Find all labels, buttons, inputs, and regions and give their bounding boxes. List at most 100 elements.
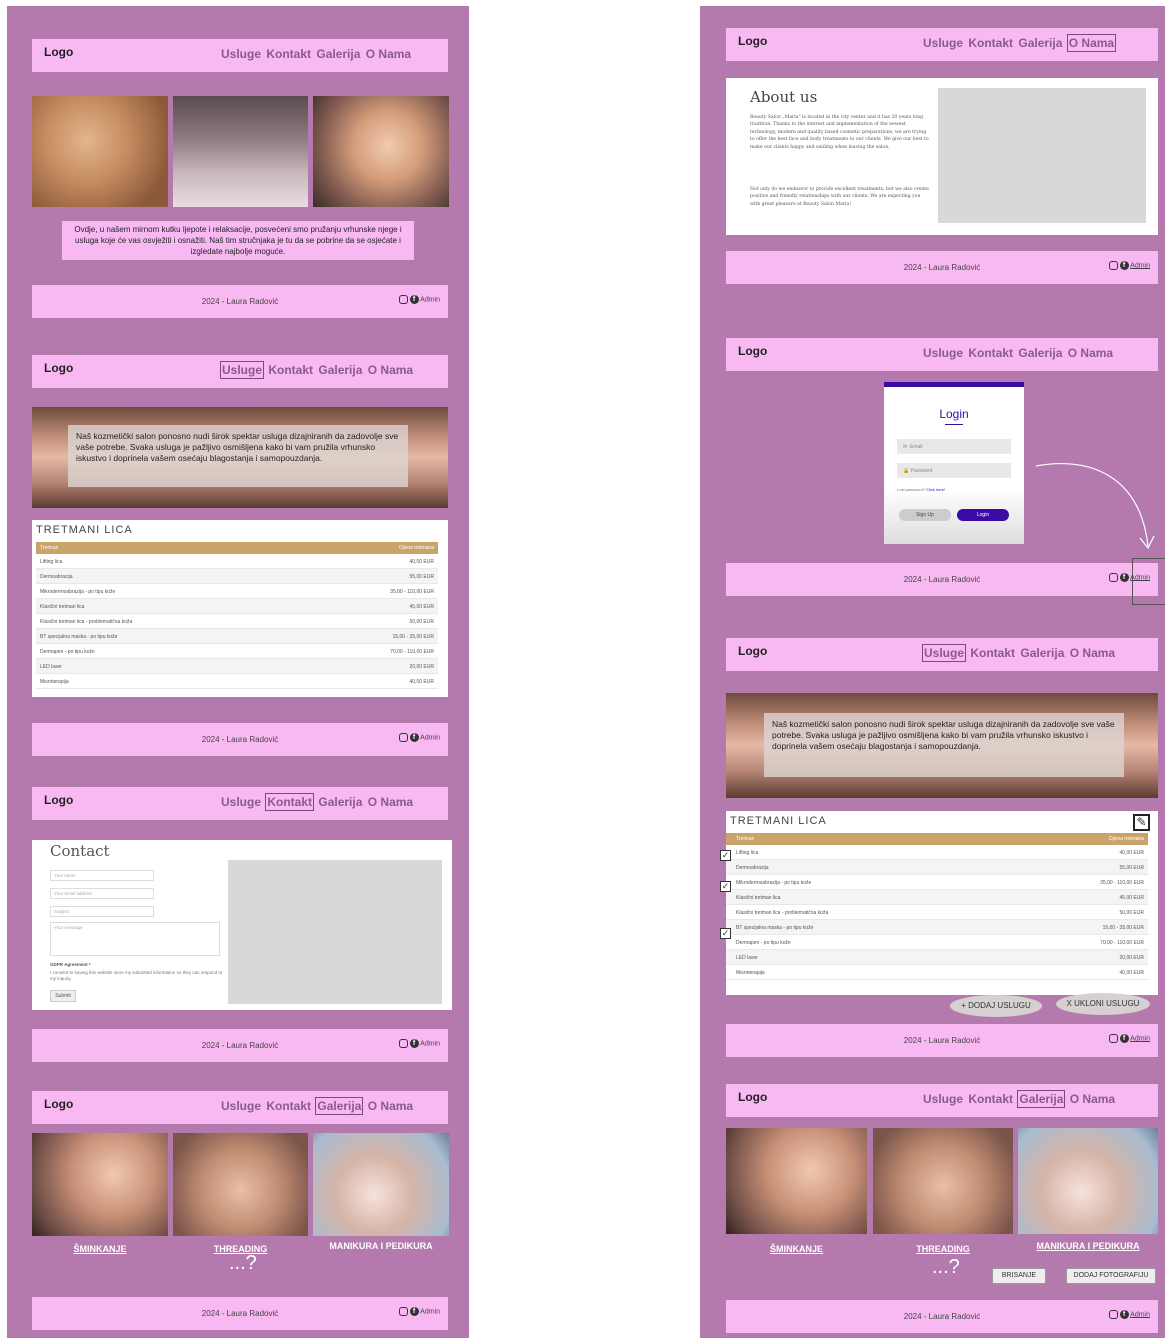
admin-link[interactable]: Admin xyxy=(1130,262,1150,269)
table-row[interactable]: Klasični tretman lica - problematična ko… xyxy=(36,614,438,629)
add-photo-button[interactable]: DODAJ FOTOGRAFIJU xyxy=(1066,1268,1156,1284)
facebook-icon[interactable]: f xyxy=(409,295,419,304)
admin-link[interactable]: Admin xyxy=(420,1040,440,1047)
delete-button[interactable]: BRISANJE xyxy=(992,1268,1046,1284)
remove-service-button[interactable]: X UKLONI USLUGU xyxy=(1056,993,1150,1015)
threading-photo[interactable] xyxy=(873,1128,1013,1234)
logo[interactable]: Logo xyxy=(44,361,73,375)
gallery-caption-makeup[interactable]: ŠMINKANJE xyxy=(726,1244,867,1254)
nav-galerija[interactable]: Galerija xyxy=(317,794,363,810)
nav-galerija[interactable]: Galerija xyxy=(315,1097,364,1115)
table-row[interactable]: Dermapen - po tipu kože 70,00 - 110,00 EU… xyxy=(36,644,438,659)
nav-kontakt[interactable]: Kontakt xyxy=(265,1098,312,1114)
nav-o-nama[interactable]: O Nama xyxy=(367,1098,414,1114)
logo[interactable]: Logo xyxy=(738,644,767,658)
nav-kontakt[interactable]: Kontakt xyxy=(967,345,1014,361)
nav-galerija[interactable]: Galerija xyxy=(315,46,361,62)
nav-kontakt[interactable]: Kontakt xyxy=(969,645,1016,661)
instagram-icon[interactable] xyxy=(398,295,408,304)
facebook-icon[interactable]: f xyxy=(409,1307,419,1316)
admin-link[interactable]: Admin xyxy=(1130,1311,1150,1318)
gallery-caption-manicure[interactable]: MANIKURA I PEDIKURA xyxy=(313,1241,449,1251)
threading-photo[interactable] xyxy=(173,1133,308,1236)
email-field[interactable]: Your email address xyxy=(50,888,154,899)
nav-usluge[interactable]: Usluge xyxy=(220,1098,262,1114)
manicure-photo[interactable] xyxy=(1018,1128,1158,1234)
password-input[interactable]: 🔒 Password xyxy=(897,463,1011,478)
logo[interactable]: Logo xyxy=(738,34,767,48)
facebook-icon[interactable]: f xyxy=(1119,573,1129,582)
nav-o-nama[interactable]: O Nama xyxy=(365,46,412,62)
nav-usluge[interactable]: Usluge xyxy=(922,644,967,662)
table-row[interactable]: Dermapen - po tipu kože 70,00 - 110,00 EU… xyxy=(726,935,1148,950)
facebook-icon[interactable]: f xyxy=(1119,261,1129,270)
admin-link[interactable]: Admin xyxy=(420,734,440,741)
table-row[interactable]: Mikrodermoabrazija - po tipu kože 35,00 -… xyxy=(36,584,438,599)
logo[interactable]: Logo xyxy=(738,344,767,358)
nav-usluge[interactable]: Usluge xyxy=(922,35,964,51)
table-row[interactable]: Mikrodermoabrazija - po tipu kože 35,00 -… xyxy=(726,875,1148,890)
nav-o-nama[interactable]: O Nama xyxy=(367,362,414,378)
table-row[interactable]: Dermoabrazija 55,00 EUR xyxy=(726,860,1148,875)
nav-galerija[interactable]: Galerija xyxy=(1017,345,1063,361)
instagram-icon[interactable] xyxy=(1108,261,1118,270)
instagram-icon[interactable] xyxy=(398,1039,408,1048)
nav-usluge[interactable]: Usluge xyxy=(220,361,265,379)
nav-galerija[interactable]: Galerija xyxy=(317,362,363,378)
nav-kontakt[interactable]: Kontakt xyxy=(265,46,312,62)
nav-kontakt[interactable]: Kontakt xyxy=(267,362,314,378)
instagram-icon[interactable] xyxy=(1108,573,1118,582)
table-row[interactable]: Klasični tretman lica - problematična ko… xyxy=(726,905,1148,920)
facebook-icon[interactable]: f xyxy=(409,733,419,742)
table-row[interactable]: LED laser 20,00 EUR xyxy=(726,950,1148,965)
row-checkbox[interactable]: ✓ xyxy=(720,928,731,939)
makeup-photo[interactable] xyxy=(32,1133,168,1236)
nav-kontakt[interactable]: Kontakt xyxy=(967,1091,1014,1107)
admin-link[interactable]: Admin xyxy=(1130,1035,1150,1042)
edit-icon[interactable]: ✎ xyxy=(1133,814,1150,831)
row-checkbox[interactable]: ✓ xyxy=(720,881,731,892)
logo[interactable]: Logo xyxy=(44,793,73,807)
message-field[interactable]: Your message xyxy=(50,922,220,956)
table-row[interactable]: Dermoabrazija 55,00 EUR xyxy=(36,569,438,584)
nav-o-nama[interactable]: O Nama xyxy=(367,794,414,810)
row-checkbox[interactable]: ✓ xyxy=(720,850,731,861)
nav-usluge[interactable]: Usluge xyxy=(922,345,964,361)
table-row[interactable]: Klasični tretman lica 45,00 EUR xyxy=(726,890,1148,905)
gallery-caption-makeup[interactable]: ŠMINKANJE xyxy=(32,1244,168,1254)
nav-galerija[interactable]: Galerija xyxy=(1017,35,1063,51)
table-row[interactable]: Lifting lica 40,00 EUR xyxy=(36,554,438,569)
nav-o-nama[interactable]: O Nama xyxy=(1069,645,1116,661)
table-row[interactable]: Lifting lica 40,00 EUR xyxy=(726,845,1148,860)
logo[interactable]: Logo xyxy=(738,1090,767,1104)
facebook-icon[interactable]: f xyxy=(1119,1034,1129,1043)
nav-galerija[interactable]: Galerija xyxy=(1017,1090,1066,1108)
logo[interactable]: Logo xyxy=(44,1097,73,1111)
table-row[interactable]: Klasični tretman lica 45,00 EUR xyxy=(36,599,438,614)
admin-link[interactable]: Admin xyxy=(420,296,440,303)
nav-kontakt[interactable]: Kontakt xyxy=(265,793,315,811)
table-row[interactable]: BT specijalna maska - po tipu kože 15,00 … xyxy=(36,629,438,644)
table-row[interactable]: Mezoterapija 40,00 EUR xyxy=(726,965,1148,980)
nav-usluge[interactable]: Usluge xyxy=(220,794,262,810)
instagram-icon[interactable] xyxy=(1108,1310,1118,1319)
nav-kontakt[interactable]: Kontakt xyxy=(967,35,1014,51)
nav-galerija[interactable]: Galerija xyxy=(1019,645,1065,661)
email-input[interactable]: ✉ Email xyxy=(897,439,1011,454)
instagram-icon[interactable] xyxy=(398,1307,408,1316)
facebook-icon[interactable]: f xyxy=(1119,1310,1129,1319)
nav-usluge[interactable]: Usluge xyxy=(922,1091,964,1107)
nav-usluge[interactable]: Usluge xyxy=(220,46,262,62)
table-row[interactable]: LED laser 20,00 EUR xyxy=(36,659,438,674)
logo[interactable]: Logo xyxy=(44,45,73,59)
facebook-icon[interactable]: f xyxy=(409,1039,419,1048)
submit-button[interactable]: Submit xyxy=(50,990,76,1002)
nav-o-nama[interactable]: O Nama xyxy=(1069,1091,1116,1107)
instagram-icon[interactable] xyxy=(398,733,408,742)
table-row[interactable]: BT specijalna maska - po tipu kože 15,00 … xyxy=(726,920,1148,935)
nav-o-nama[interactable]: O Nama xyxy=(1066,34,1117,52)
nav-o-nama[interactable]: O Nama xyxy=(1067,345,1114,361)
manicure-photo[interactable] xyxy=(313,1133,449,1236)
admin-link[interactable]: Admin xyxy=(420,1308,440,1315)
gallery-caption-manicure[interactable]: MANIKURA I PEDIKURA xyxy=(1018,1241,1158,1251)
